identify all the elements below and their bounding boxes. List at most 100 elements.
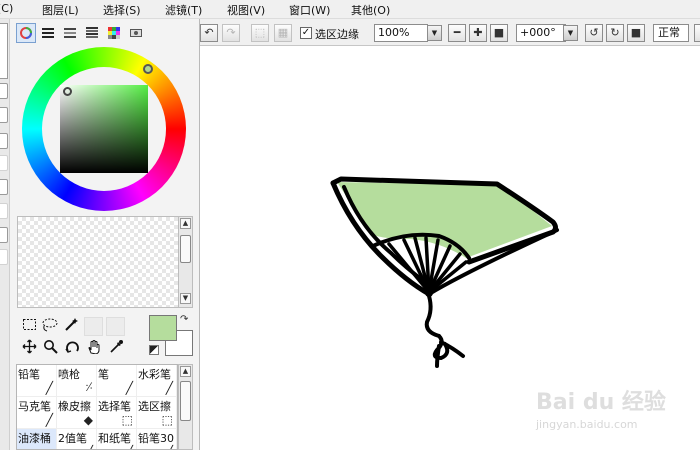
brush-label: 马克笔 xyxy=(18,400,51,413)
bucket-icon: ▾ xyxy=(47,445,53,449)
zoom-field[interactable]: 100% xyxy=(374,24,428,42)
move-icon[interactable] xyxy=(20,339,39,358)
brush-washi-pen[interactable]: 和纸笔 ╱ xyxy=(97,429,137,449)
menu-item-window[interactable]: 窗口(W) xyxy=(289,2,330,18)
navigator-preview[interactable] xyxy=(0,23,8,79)
scroll-up-arrow-icon[interactable]: ▲ xyxy=(180,366,191,377)
hsv-slider-icon xyxy=(64,28,76,38)
zoom-icon[interactable] xyxy=(41,339,60,358)
panel-button[interactable] xyxy=(0,249,8,265)
deselect-button[interactable]: ⬚ xyxy=(251,24,269,42)
brush-select-eraser[interactable]: 选区擦 ⬚ xyxy=(137,397,177,429)
scratchpad-tab[interactable] xyxy=(126,23,146,43)
watercolor-icon: ╱ xyxy=(165,381,173,395)
brush-watercolor[interactable]: 水彩笔 ╱ xyxy=(137,365,177,397)
rect-select-icon[interactable] xyxy=(20,317,39,336)
color-tool-panel: ▲ ▼ ↷ 铅笔 ╱ 喷枪 ⸓ 笔 ╱ 水彩笔 ╱ 马克笔 ╱ 橡皮擦 ◆ 选择… xyxy=(10,19,200,450)
rotate-left-button[interactable]: ↺ xyxy=(585,24,603,42)
foreground-color-swatch[interactable] xyxy=(149,315,177,341)
pencil-icon: ╱ xyxy=(45,381,53,395)
brush-pen[interactable]: 笔 ╱ xyxy=(97,365,137,397)
brush-label: 喷枪 xyxy=(58,368,80,381)
undo-button[interactable]: ↶ xyxy=(200,24,218,42)
redo-icon: ↷ xyxy=(226,26,236,39)
gradient-slider-icon xyxy=(86,27,98,38)
menu-item-layer[interactable]: 图层(L) xyxy=(42,2,79,18)
invert-selection-button[interactable]: ▦ xyxy=(274,24,292,42)
brush-bucket[interactable]: 油漆桶 ▾ xyxy=(17,429,57,449)
rotate-icon[interactable] xyxy=(63,339,82,358)
brush-label: 和纸笔 xyxy=(98,432,131,445)
panel-button[interactable] xyxy=(0,227,8,243)
zoom-in-button[interactable]: ✚ xyxy=(469,24,487,42)
rotate-right-button[interactable]: ↻ xyxy=(606,24,624,42)
panel-button[interactable] xyxy=(0,203,8,219)
hand-icon[interactable] xyxy=(85,339,104,358)
rotation-dropdown-icon[interactable]: ▼ xyxy=(563,25,578,41)
brush-airbrush[interactable]: 喷枪 ⸓ xyxy=(57,365,97,397)
swatch-grid-icon xyxy=(108,27,120,39)
swatch-scrollbar[interactable]: ▲ ▼ xyxy=(178,216,193,308)
scroll-up-arrow-icon[interactable]: ▲ xyxy=(180,218,191,229)
scratchpad-icon xyxy=(130,29,142,37)
panel-button[interactable] xyxy=(0,107,8,123)
toolbar-overflow-button[interactable] xyxy=(694,24,700,42)
zoom-dropdown-icon[interactable]: ▼ xyxy=(427,25,442,41)
brush-label: 铅笔 xyxy=(18,368,40,381)
color-swatch-area[interactable] xyxy=(17,216,181,308)
zoom-reset-button[interactable]: ■ xyxy=(490,24,508,42)
pen-icon: ╱ xyxy=(125,381,133,395)
rotation-reset-button[interactable]: ■ xyxy=(627,24,645,42)
scroll-thumb[interactable] xyxy=(180,235,191,263)
brush-scrollbar[interactable]: ▲ xyxy=(178,364,193,450)
swatch-tab[interactable] xyxy=(104,23,124,43)
scroll-down-arrow-icon[interactable]: ▼ xyxy=(180,293,191,304)
panel-button[interactable] xyxy=(0,133,8,149)
watermark-url: jingyan.baidu.com xyxy=(536,418,638,431)
reset-icon: ■ xyxy=(630,26,642,39)
brush-eraser[interactable]: 橡皮擦 ◆ xyxy=(57,397,97,429)
brush-select-pen[interactable]: 选择笔 ⬚ xyxy=(97,397,137,429)
brush-label: 笔 xyxy=(98,368,109,381)
reset-colors-icon[interactable] xyxy=(149,345,159,355)
color-wheel[interactable] xyxy=(22,47,186,211)
hsv-slider-tab[interactable] xyxy=(60,23,80,43)
lasso-icon[interactable] xyxy=(40,317,59,336)
plus-icon: ✚ xyxy=(473,26,483,39)
menu-item-select[interactable]: 选择(S) xyxy=(103,2,141,18)
brush-tool-grid: 铅笔 ╱ 喷枪 ⸓ 笔 ╱ 水彩笔 ╱ 马克笔 ╱ 橡皮擦 ◆ 选择笔 ⬚ 选区… xyxy=(16,364,178,450)
brush-label: 水彩笔 xyxy=(138,368,171,381)
saturation-value-square[interactable] xyxy=(60,85,148,173)
menu-item-other[interactable]: 其他(O) xyxy=(351,2,390,18)
swap-colors-icon[interactable]: ↷ xyxy=(180,315,192,327)
pencil30-icon: ╱ xyxy=(166,445,173,449)
magic-wand-icon[interactable] xyxy=(62,317,81,336)
scroll-thumb[interactable] xyxy=(180,381,191,421)
canvas-toolbar: ↶ ↷ ⬚ ▦ ✓ 选区边缘 100% ▼ ━ ✚ ■ +000° ▼ ↺ ↻ … xyxy=(200,19,700,46)
washi-pen-icon: ╱ xyxy=(126,445,133,449)
color-wheel-tab[interactable] xyxy=(16,23,36,43)
panel-button[interactable] xyxy=(0,179,8,195)
blend-mode-field[interactable]: 正常 xyxy=(653,24,689,42)
menu-item-edit[interactable]: (C) xyxy=(0,2,13,15)
airbrush-icon: ⸓ xyxy=(85,380,93,394)
rgb-slider-icon xyxy=(42,28,54,38)
rgb-slider-tab[interactable] xyxy=(38,23,58,43)
saturation-value-marker[interactable] xyxy=(63,87,72,96)
show-selection-checkbox[interactable]: ✓ xyxy=(300,27,312,39)
panel-button[interactable] xyxy=(0,83,8,99)
eyedropper-icon[interactable] xyxy=(107,339,126,358)
menu-item-filter[interactable]: 滤镜(T) xyxy=(165,2,202,18)
rotation-field[interactable]: +000° xyxy=(516,24,566,42)
redo-button[interactable]: ↷ xyxy=(222,24,240,42)
brush-binary-pen[interactable]: 2值笔 ╱ xyxy=(57,429,97,449)
zoom-out-button[interactable]: ━ xyxy=(448,24,466,42)
undo-icon: ↶ xyxy=(204,26,214,39)
brush-pencil30[interactable]: 铅笔30 ╱ xyxy=(137,429,177,449)
hue-marker[interactable] xyxy=(143,64,153,74)
brush-marker[interactable]: 马克笔 ╱ xyxy=(17,397,57,429)
brush-pencil[interactable]: 铅笔 ╱ xyxy=(17,365,57,397)
gradient-slider-tab[interactable] xyxy=(82,23,102,43)
menu-item-view[interactable]: 视图(V) xyxy=(227,2,265,18)
panel-button[interactable] xyxy=(0,155,8,171)
